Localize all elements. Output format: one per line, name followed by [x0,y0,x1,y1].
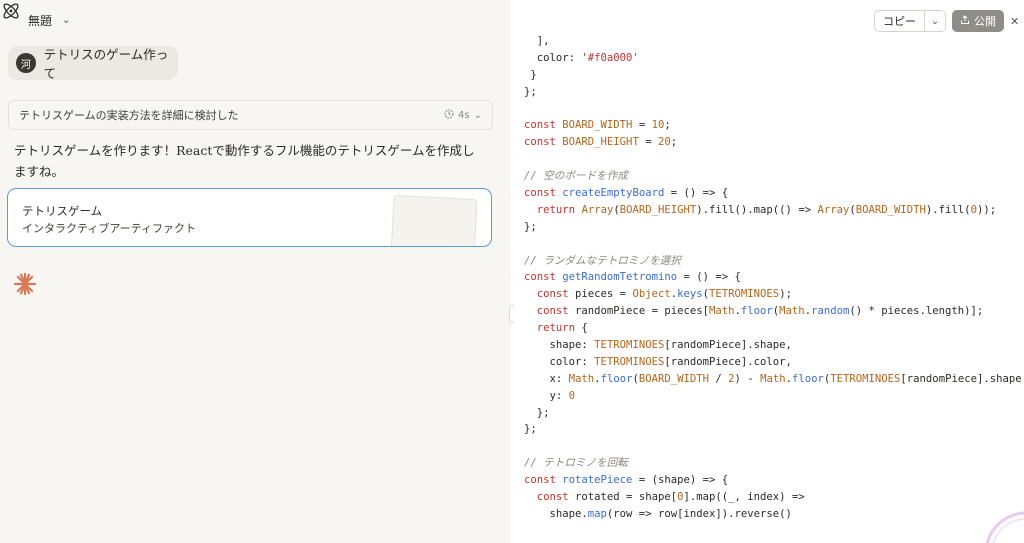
clock-icon [444,109,454,122]
copy-button-group: コピー ⌄ [874,10,946,32]
code-line: }; [524,406,550,419]
code-line: y: 0 [524,389,576,402]
code-view: ], color: '#f0a000' }}; const BOARD_WIDT… [524,33,1024,523]
code-line: return { [536,322,588,335]
user-message-text: テトリスのゲーム作って [43,47,169,81]
code-line: }; [524,220,537,233]
code-line: }; [524,423,537,436]
thinking-summary-toggle[interactable]: テトリスゲームの実装方法を詳細に検討した 4s ⌄ [8,100,493,130]
code-line: color: TETROMINOES[randomPiece].color, [524,355,792,368]
code-line: const BOARD_WIDTH = 10; [524,119,671,132]
artifact-card[interactable]: テトリスゲーム インタラクティブアーティファクト [7,188,492,247]
artifact-toolbar: コピー ⌄ 公開 ✕ [874,10,1024,32]
publish-button[interactable]: 公開 [952,10,1004,32]
code-line: const rotated = shape[0].map((_, index) … [536,491,805,504]
code-line: }; [524,85,537,98]
code-line: // テトロミノを回転 [524,457,628,470]
code-line: color: '#f0a000' [524,51,639,64]
code-line: ], [524,35,550,47]
code-line: const BOARD_HEIGHT = 20; [524,136,678,149]
copy-button[interactable]: コピー [875,11,925,31]
copy-options-chevron-icon[interactable]: ⌄ [925,11,945,31]
code-line: return Array(BOARD_HEIGHT).fill().map(()… [536,203,997,216]
avatar: 河 [16,53,36,73]
claude-spark-icon [13,272,37,300]
chevron-down-icon: ⌄ [473,109,482,121]
code-line: shape: TETROMINOES[randomPiece].shape, [524,339,792,352]
conversation-title: 無題 [28,14,53,28]
atom-icon [0,3,22,26]
assistant-answer: テトリスゲームを作ります！Reactで動作するフル機能のテトリスゲームを作成しま… [14,143,475,179]
code-line: shape.map(row => row[index]).reverse() [524,507,792,520]
code-line: // ランダムなテトロミノを選択 [524,254,681,267]
user-message-bubble: 河 テトリスのゲーム作って [8,46,178,81]
share-icon [960,14,970,28]
artifact-subtitle: インタラクティブアーティファクト [22,222,197,235]
artifact-code-pane: コピー ⌄ 公開 ✕ ], color: '#f0a000' }}; const… [514,0,1024,543]
code-line: const getRandomTetromino = () => { [524,271,741,284]
thinking-duration: 4s [458,109,470,121]
chat-pane: 無題 ⌄ 河 テトリスのゲーム作って テトリスゲームの実装方法を詳細に検討した … [0,0,511,543]
code-line: x: Math.floor(BOARD_WIDTH / 2) - Math.fl… [524,372,1024,385]
code-line: // 空のボードを作成 [524,170,628,183]
loading-arc-icon [982,507,1024,543]
chevron-down-icon: ⌄ [62,15,71,26]
code-line: } [524,68,537,81]
close-icon[interactable]: ✕ [1010,15,1024,28]
conversation-title-menu[interactable]: 無題 ⌄ [28,12,70,29]
code-line: const rotatePiece = (shape) => { [524,474,729,487]
thinking-label: テトリスゲームの実装方法を詳細に検討した [19,109,239,122]
code-line: const createEmptyBoard = () => { [524,187,729,200]
artifact-thumbnail [390,194,478,246]
publish-label: 公開 [974,15,996,28]
artifact-title: テトリスゲーム [22,204,103,218]
thinking-meta: 4s ⌄ [444,109,482,122]
code-line: const pieces = Object.keys(TETROMINOES); [536,288,792,301]
code-line: const randomPiece = pieces[Math.floor(Ma… [536,305,984,318]
